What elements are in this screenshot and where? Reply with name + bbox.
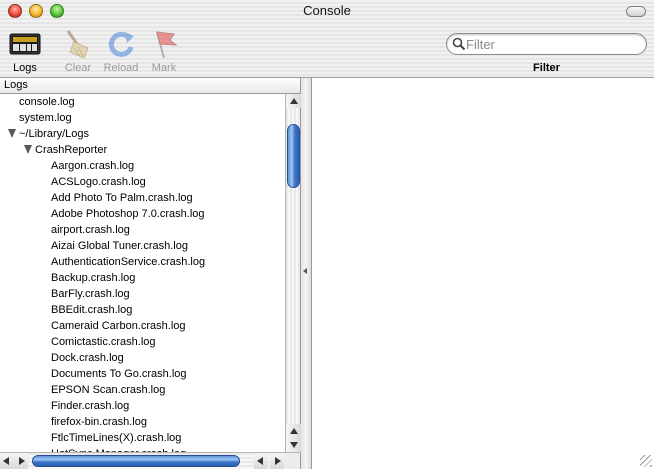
scroll-left-button[interactable] (0, 453, 14, 469)
log-list-item[interactable]: Adobe Photoshop 7.0.crash.log (0, 206, 285, 222)
log-list-item-label: Documents To Go.crash.log (51, 368, 187, 380)
log-list-item[interactable]: Aizai Global Tuner.crash.log (0, 238, 285, 254)
scrollbar-corner (285, 452, 301, 469)
log-list-item[interactable]: AuthenticationService.crash.log (0, 254, 285, 270)
log-list-item-label: BBEdit.crash.log (51, 304, 133, 316)
log-list-item-label: Aizai Global Tuner.crash.log (51, 240, 188, 252)
log-list-item-label: console.log (19, 96, 75, 108)
log-list-item-label: FtlcTimeLines(X).crash.log (51, 432, 182, 444)
scroll-right-button[interactable] (270, 453, 284, 469)
filter-search-field[interactable] (446, 33, 647, 55)
log-list-item-label: EPSON Scan.crash.log (51, 384, 166, 396)
log-list-item-label: system.log (19, 112, 72, 124)
log-list-item[interactable]: Comictastic.crash.log (0, 334, 285, 350)
logs-button[interactable]: Logs (3, 26, 47, 76)
log-content-view[interactable] (312, 78, 654, 469)
clear-button-label: Clear (64, 62, 92, 74)
arrow-left-icon (257, 457, 263, 465)
log-list-item[interactable]: system.log (0, 110, 285, 126)
logs-button-label: Logs (13, 62, 37, 74)
log-list-vertical-scrollbar[interactable] (285, 94, 301, 452)
log-list-item[interactable]: Finder.crash.log (0, 398, 285, 414)
clear-button[interactable]: Clear (56, 26, 100, 76)
arrow-up-icon (290, 428, 298, 434)
scroll-down-button[interactable] (286, 438, 301, 452)
log-list-item[interactable]: Documents To Go.crash.log (0, 366, 285, 382)
log-list-item-label: Comictastic.crash.log (51, 336, 156, 348)
log-list-item[interactable]: CrashReporter (0, 142, 285, 158)
log-list-item-label: Backup.crash.log (51, 272, 136, 284)
collapse-left-icon[interactable] (303, 268, 307, 274)
log-list-item[interactable]: console.log (0, 94, 285, 110)
log-list-item[interactable]: BarFly.crash.log (0, 286, 285, 302)
log-list-item-label: firefox-bin.crash.log (51, 416, 147, 428)
logs-column-header[interactable]: Logs (0, 78, 301, 94)
log-list-item[interactable]: FtlcTimeLines(X).crash.log (0, 430, 285, 446)
log-list-item[interactable]: Backup.crash.log (0, 270, 285, 286)
arrow-up-icon (290, 98, 298, 104)
mark-button[interactable]: Mark (142, 26, 186, 76)
log-list-item-label: Cameraid Carbon.crash.log (51, 320, 186, 332)
toolbar-toggle-button[interactable] (626, 6, 646, 17)
log-list-item-label: Aargon.crash.log (51, 160, 135, 172)
disclosure-triangle-icon[interactable] (8, 129, 16, 138)
disclosure-triangle-icon[interactable] (24, 145, 32, 154)
log-list-item-label: Dock.crash.log (51, 352, 124, 364)
arrow-left-icon (3, 457, 9, 465)
log-monitor-icon (9, 33, 41, 55)
filter-input[interactable] (466, 36, 636, 52)
horizontal-scroll-thumb[interactable] (32, 455, 240, 467)
mark-button-label: Mark (151, 62, 177, 74)
arrow-right-icon (19, 457, 25, 465)
flag-icon (156, 31, 178, 59)
log-list-item-label: AuthenticationService.crash.log (51, 256, 206, 268)
scroll-up-button-bottom[interactable] (286, 424, 301, 438)
log-list-item[interactable]: airport.crash.log (0, 222, 285, 238)
log-list-horizontal-scrollbar[interactable] (0, 452, 285, 469)
resize-grip-icon[interactable] (640, 455, 652, 467)
log-list-item-label: airport.crash.log (51, 224, 130, 236)
log-list-item[interactable]: Cameraid Carbon.crash.log (0, 318, 285, 334)
title-bar: Console (0, 0, 654, 22)
scroll-left-button-right[interactable] (254, 453, 268, 469)
log-list-item[interactable]: Dock.crash.log (0, 350, 285, 366)
pane-splitter[interactable] (301, 78, 312, 469)
log-list-item[interactable]: ~/Library/Logs (0, 126, 285, 142)
log-list-item-label: Add Photo To Palm.crash.log (51, 192, 193, 204)
broom-icon (66, 30, 89, 59)
log-list-item[interactable]: EPSON Scan.crash.log (0, 382, 285, 398)
log-list-item[interactable]: Aargon.crash.log (0, 158, 285, 174)
arrow-down-icon (290, 442, 298, 448)
log-file-list[interactable]: console.log system.log ~/Library/Logs Crash… (0, 94, 285, 452)
log-list-item-label: Finder.crash.log (51, 400, 130, 412)
arrow-right-icon (275, 457, 281, 465)
logs-column-title: Logs (4, 79, 28, 91)
scroll-up-button[interactable] (286, 94, 301, 108)
log-list-item[interactable]: firefox-bin.crash.log (0, 414, 285, 430)
log-list-item-label: ~/Library/Logs (19, 128, 90, 140)
log-list-item-label: CrashReporter (35, 144, 108, 156)
filter-label: Filter (533, 62, 560, 74)
window-title: Console (303, 3, 351, 18)
log-list-item[interactable]: ACSLogo.crash.log (0, 174, 285, 190)
toolbar-area: Console Logs Clear Reload Mark Filter Fi… (0, 0, 654, 78)
reload-button-label: Reload (103, 62, 139, 74)
scroll-right-button-left[interactable] (14, 453, 28, 469)
reload-button[interactable]: Reload (99, 26, 143, 76)
log-list-item[interactable]: BBEdit.crash.log (0, 302, 285, 318)
magnifier-icon (452, 37, 466, 51)
log-list-item-label: ACSLogo.crash.log (51, 176, 146, 188)
log-list-item-label: Adobe Photoshop 7.0.crash.log (51, 208, 205, 220)
log-list-item-label: BarFly.crash.log (51, 288, 130, 300)
log-list-item[interactable]: Add Photo To Palm.crash.log (0, 190, 285, 206)
vertical-scroll-thumb[interactable] (287, 124, 300, 188)
console-window: Console Logs Clear Reload Mark Filter Fi… (0, 0, 654, 469)
reload-icon (108, 31, 134, 57)
